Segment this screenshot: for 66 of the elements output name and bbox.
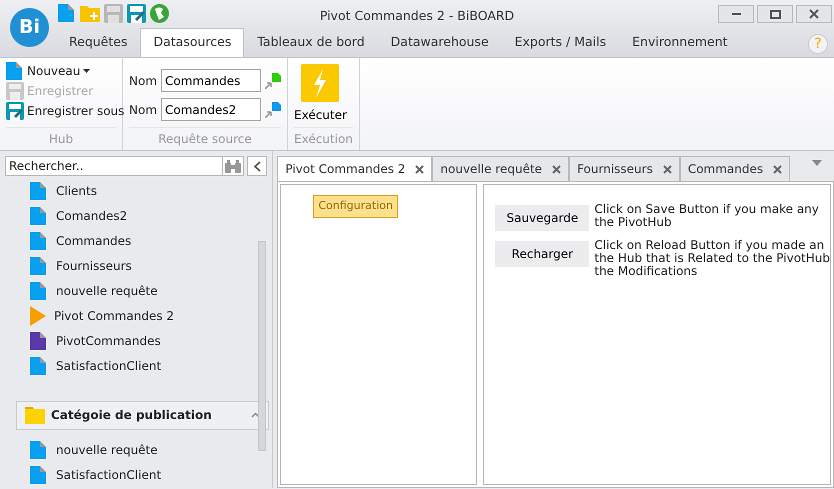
document-link-icon[interactable] — [265, 102, 282, 118]
ribbon-button[interactable]: Nouveau — [6, 61, 90, 81]
maximize-icon — [770, 10, 780, 18]
new-document-icon[interactable] — [58, 4, 76, 24]
close-icon[interactable] — [552, 164, 562, 174]
lightning-icon — [301, 64, 340, 102]
tree-item[interactable]: nouvelle requête — [0, 438, 270, 463]
name-field[interactable]: Comandes2 — [161, 98, 262, 121]
caret-icon — [83, 69, 90, 73]
binoculars-icon — [225, 160, 242, 172]
overflow-caret-icon[interactable] — [812, 160, 822, 166]
action-button[interactable]: Sauvegarde — [495, 205, 590, 231]
ribbon-tab[interactable]: Tableaux de bord — [244, 28, 378, 57]
configuration-button[interactable]: Configuration — [313, 195, 398, 218]
document-tab[interactable]: Fournisseurs — [569, 156, 680, 181]
close-icon — [809, 9, 819, 19]
minimize-button[interactable] — [718, 5, 754, 23]
group-title: Exécution — [294, 127, 353, 150]
tree-item[interactable]: Clients — [0, 178, 270, 204]
save-as-icon — [6, 102, 24, 120]
new-document-icon — [6, 62, 24, 80]
chevron-left-icon — [254, 160, 261, 172]
description-text: Click on Save Button if you make any the PivotHub — [594, 203, 819, 231]
folder-icon — [25, 406, 45, 424]
ribbon-button[interactable]: Enregistrer sous — [6, 101, 124, 121]
tree-item[interactable]: Commandes — [0, 228, 270, 254]
app-logo[interactable]: Bi — [10, 8, 49, 47]
ribbon-tab[interactable]: Requêtes — [56, 28, 140, 57]
category-title: Catégoie de publication — [51, 407, 213, 424]
document-link-icon[interactable] — [265, 72, 282, 88]
search-field[interactable]: Rechercher.. — [5, 156, 224, 176]
maximize-button[interactable] — [757, 5, 793, 23]
document-tab[interactable]: Commandes — [680, 156, 790, 181]
close-icon[interactable] — [773, 164, 782, 174]
close-icon[interactable] — [415, 164, 424, 174]
save-icon — [6, 82, 24, 100]
chevron-up-icon — [251, 412, 260, 418]
save-as-icon[interactable] — [127, 4, 146, 23]
category-header[interactable]: Catégoie de publication — [16, 400, 269, 430]
action-button[interactable]: Recharger — [495, 241, 590, 267]
tree-item[interactable]: Fournisseurs — [0, 253, 270, 278]
close-button[interactable] — [796, 5, 832, 23]
globe-icon[interactable] — [150, 4, 169, 23]
window-title: Pivot Commandes 2 - BiBOARD — [320, 8, 514, 23]
tree-item[interactable]: Pivot Commandes 2 — [0, 303, 270, 329]
group-title: Requête source — [129, 127, 282, 150]
name-field[interactable]: Commandes — [161, 69, 262, 92]
field-label: Nom — [129, 102, 158, 118]
execute-button[interactable]: Exécuter — [294, 64, 347, 124]
ribbon-tab[interactable]: Datawarehouse — [378, 28, 502, 57]
tree-item[interactable]: nouvelle requête — [0, 278, 270, 304]
tree-item[interactable]: SatisfactionClient — [0, 354, 270, 379]
ribbon-tab[interactable]: Exports / Mails — [502, 28, 620, 57]
close-icon[interactable] — [662, 164, 672, 174]
document-tab[interactable]: Pivot Commandes 2 — [277, 156, 432, 181]
group-title: Hub — [6, 127, 116, 150]
collapse-button[interactable] — [247, 156, 268, 176]
tree-item[interactable]: SatisfactionClient — [0, 462, 270, 488]
tree-item[interactable]: Comandes2 — [0, 203, 270, 228]
ribbon-tab[interactable]: Datasources — [140, 28, 244, 57]
description-text: Click on Reload Button if you made an the Hub that is Related to the PivotHub the Modifications — [594, 239, 830, 278]
tree-item[interactable]: PivotCommandes — [0, 328, 270, 354]
minimize-icon — [732, 13, 740, 15]
ribbon-tab[interactable]: Environnement — [619, 28, 741, 57]
document-tab[interactable]: nouvelle requête — [432, 156, 570, 181]
field-label: Nom — [129, 72, 158, 90]
